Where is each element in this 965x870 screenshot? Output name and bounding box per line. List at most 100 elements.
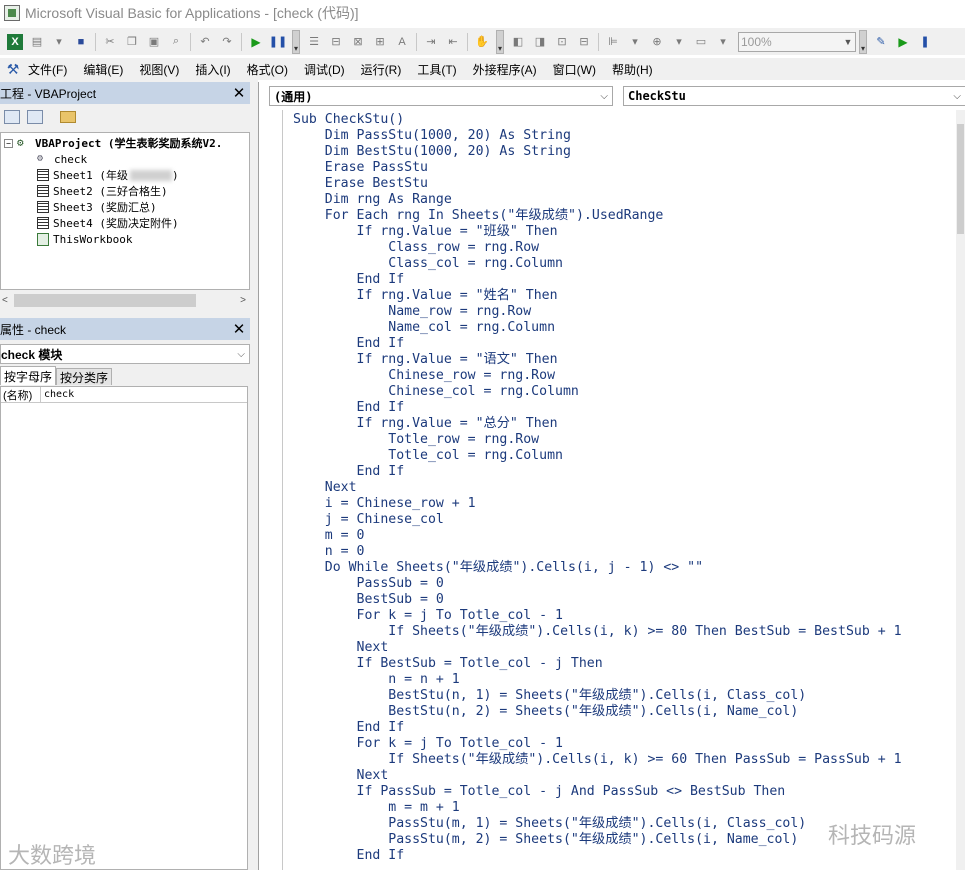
insert-module-icon[interactable]: ▤: [28, 33, 46, 51]
redo-icon[interactable]: ↷: [218, 33, 236, 51]
tree-item-sheet4[interactable]: Sheet4 (奖励决定附件): [37, 215, 179, 231]
code-line[interactable]: Chinese_row = rng.Row: [293, 368, 555, 384]
code-line[interactable]: If rng.Value = "语文" Then: [293, 352, 558, 368]
tab-categorized[interactable]: 按分类序: [56, 368, 113, 385]
code-line[interactable]: End If: [293, 720, 405, 736]
code-line[interactable]: BestStu(n, 1) = Sheets("年级成绩").Cells(i, …: [293, 688, 806, 704]
outdent-icon[interactable]: ⇤: [444, 33, 462, 51]
code-line[interactable]: PassSub = 0: [293, 576, 444, 592]
menu-tools[interactable]: 工具(T): [417, 61, 456, 78]
scroll-thumb[interactable]: [14, 294, 196, 307]
code-line[interactable]: Totle_row = rng.Row: [293, 432, 539, 448]
hand-icon[interactable]: ✋: [473, 33, 491, 51]
code-line[interactable]: Do While Sheets("年级成绩").Cells(i, j - 1) …: [293, 560, 703, 576]
view-object-icon[interactable]: [27, 110, 43, 124]
menu-help[interactable]: 帮助(H): [612, 61, 653, 78]
code-line[interactable]: Name_col = rng.Column: [293, 320, 555, 336]
code-line[interactable]: Dim PassStu(1000, 20) As String: [293, 128, 571, 144]
code-line[interactable]: BestSub = 0: [293, 592, 444, 608]
code-line[interactable]: Sub CheckStu(): [293, 112, 404, 128]
code-line[interactable]: If Sheets("年级成绩").Cells(i, k) >= 80 Then…: [293, 624, 901, 640]
object-select[interactable]: check 模块 ⌵: [0, 344, 250, 364]
code-line[interactable]: End If: [293, 848, 405, 864]
code-line[interactable]: Class_row = rng.Row: [293, 240, 539, 256]
font-size-icon[interactable]: A: [393, 33, 411, 51]
code-line[interactable]: If rng.Value = "总分" Then: [293, 416, 558, 432]
indent-list-icon[interactable]: ☰: [305, 33, 323, 51]
save-icon[interactable]: ■: [72, 33, 90, 51]
menu-run[interactable]: 运行(R): [361, 61, 402, 78]
scroll-thumb[interactable]: [957, 124, 964, 234]
code-margin-bar[interactable]: [259, 110, 283, 870]
paste-icon[interactable]: ▣: [145, 33, 163, 51]
code-line[interactable]: For k = j To Totle_col - 1: [293, 736, 563, 752]
collapse-icon[interactable]: −: [4, 138, 13, 148]
cut-icon[interactable]: ✂: [101, 33, 119, 51]
code-line[interactable]: Erase PassStu: [293, 160, 428, 176]
undo-icon[interactable]: ↶: [196, 33, 214, 51]
code-line[interactable]: Class_col = rng.Column: [293, 256, 563, 272]
code-line[interactable]: i = Chinese_row + 1: [293, 496, 476, 512]
parameter-info-icon[interactable]: ⊞: [371, 33, 389, 51]
menu-file[interactable]: 文件(F): [28, 61, 67, 78]
code-line[interactable]: If BestSub = Totle_col - j Then: [293, 656, 603, 672]
toolbar-grip-icon[interactable]: ▾: [496, 29, 504, 54]
tree-item-sheet3[interactable]: Sheet3 (奖励汇总): [37, 199, 157, 215]
menu-edit[interactable]: 编辑(E): [83, 61, 123, 78]
project-hscrollbar[interactable]: < >: [0, 292, 250, 309]
send-back-icon[interactable]: ◨: [531, 33, 549, 51]
code-line[interactable]: Next: [293, 640, 389, 656]
indent-icon[interactable]: ⇥: [422, 33, 440, 51]
toolbar-grip-icon[interactable]: ▾: [292, 29, 300, 54]
code-line[interactable]: PassStu(m, 1) = Sheets("年级成绩").Cells(i, …: [293, 816, 806, 832]
break-icon[interactable]: ❚: [916, 33, 934, 51]
code-line[interactable]: Chinese_col = rng.Column: [293, 384, 579, 400]
code-line[interactable]: If rng.Value = "姓名" Then: [293, 288, 558, 304]
ungroup-icon[interactable]: ⊟: [575, 33, 593, 51]
tree-root[interactable]: − ⚙ VBAProject (学生表彰奖励系统V2.: [4, 135, 222, 151]
code-line[interactable]: m = m + 1: [293, 800, 459, 816]
code-line[interactable]: n = n + 1: [293, 672, 459, 688]
code-line[interactable]: n = 0: [293, 544, 365, 560]
tree-item-thisworkbook[interactable]: ThisWorkbook: [37, 231, 132, 247]
code-editor[interactable]: Sub CheckStu() Dim PassStu(1000, 20) As …: [285, 110, 957, 870]
menu-window[interactable]: 窗口(W): [553, 61, 596, 78]
chevron-down-icon[interactable]: ⌵: [237, 349, 245, 360]
view-code-icon[interactable]: [4, 110, 20, 124]
chevron-right-icon[interactable]: >: [240, 295, 246, 306]
design-mode-icon[interactable]: ✎: [872, 33, 890, 51]
menu-insert[interactable]: 插入(I): [195, 61, 230, 78]
run-icon[interactable]: ▶: [247, 33, 265, 51]
menu-view[interactable]: 视图(V): [139, 61, 179, 78]
code-line[interactable]: End If: [293, 464, 405, 480]
dropdown-arrow-icon[interactable]: ▾: [626, 33, 644, 51]
code-line[interactable]: Next: [293, 768, 389, 784]
code-line[interactable]: For k = j To Totle_col - 1: [293, 608, 563, 624]
code-line[interactable]: BestStu(n, 2) = Sheets("年级成绩").Cells(i, …: [293, 704, 798, 720]
dropdown-arrow-icon[interactable]: ▾: [714, 33, 732, 51]
chevron-down-icon[interactable]: ▼: [841, 37, 855, 47]
zoom-combo[interactable]: 100% ▼: [738, 31, 856, 52]
dropdown-arrow-icon[interactable]: ▾: [670, 33, 688, 51]
code-line[interactable]: Next: [293, 480, 357, 496]
code-line[interactable]: End If: [293, 400, 405, 416]
code-line[interactable]: j = Chinese_col: [293, 512, 444, 528]
menu-debug[interactable]: 调试(D): [304, 61, 345, 78]
copy-icon[interactable]: ❐: [123, 33, 141, 51]
complete-word-icon[interactable]: ⊟: [327, 33, 345, 51]
toolbar-grip-icon[interactable]: ▾: [859, 29, 867, 54]
property-value[interactable]: check: [41, 387, 74, 402]
tab-alphabetic[interactable]: 按字母序: [0, 366, 57, 385]
procedure-combo[interactable]: CheckStu ⌵: [623, 86, 965, 106]
menu-format[interactable]: 格式(O): [247, 61, 288, 78]
find-icon[interactable]: ⌕: [167, 33, 185, 51]
code-line[interactable]: Name_row = rng.Row: [293, 304, 531, 320]
code-line[interactable]: For Each rng In Sheets("年级成绩").UsedRange: [293, 208, 664, 224]
menu-addins[interactable]: 外接程序(A): [473, 61, 537, 78]
chevron-left-icon[interactable]: <: [2, 295, 8, 306]
code-line[interactable]: If rng.Value = "班级" Then: [293, 224, 558, 240]
tree-item-sheet2[interactable]: Sheet2 (三好合格生): [37, 183, 168, 199]
run-icon[interactable]: ▶: [894, 33, 912, 51]
code-vscrollbar[interactable]: [956, 110, 965, 870]
quick-info-icon[interactable]: ⊠: [349, 33, 367, 51]
